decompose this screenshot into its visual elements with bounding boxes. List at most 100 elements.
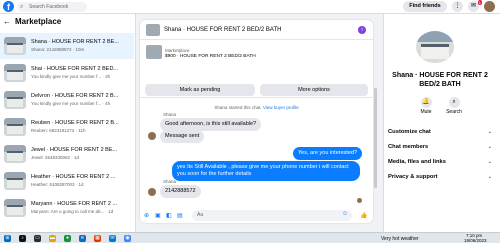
conversation-preview: Maryann: Are u going to call me ab... · … [31,209,114,214]
listing-thumbnail [146,45,162,59]
message-input[interactable]: Aa [192,210,352,221]
conversation-name: Delvron · HOUSE FOR RENT 2 B... [31,93,119,99]
listing-thumbnail [4,37,26,55]
incoming-message: Message sent [160,130,205,143]
conversation-item[interactable]: Shana · HOUSE FOR RENT 2 BE... Shana: 21… [0,33,134,59]
gif-icon[interactable]: ▤ [177,212,183,219]
conversation-name: Shana · HOUSE FOR RENT 2 BE... [31,39,119,45]
search-placeholder: Search Facebook [29,4,69,10]
emoji-icon[interactable]: ☺ [342,211,348,217]
search-facebook-input[interactable]: ⌕ Search Facebook [17,2,87,12]
system-message: Shana started this chat. View buyer prof… [140,105,373,110]
sender-avatar [148,188,156,196]
chevron-down-icon: ⌄ [487,174,492,180]
section-label: Chat members [388,144,429,150]
app-icon[interactable]: ● [64,235,71,242]
marketplace-conversation-list: ← Marketplace Shana · HOUSE FOR RENT 2 BE… [0,14,136,232]
chrome-icon[interactable]: ◉ [124,235,131,242]
listing-label: Marketplace [165,48,190,53]
find-friends-button[interactable]: Find friends [403,1,447,12]
add-icon[interactable]: ⊕ [144,212,149,219]
conversation-item[interactable]: Delvron · HOUSE FOR RENT 2 B... You kind… [0,87,134,113]
conversation-preview: You kindly give me your number f... · 3h [31,74,111,79]
listing-thumbnail [4,145,26,163]
privacy-support-row[interactable]: Privacy & support ⌄ [388,171,496,183]
search-icon: ⌕ [448,97,460,108]
conversation-item[interactable]: Reuben · HOUSE FOR RENT 2 B... Reuben: 6… [0,114,134,140]
search-icon: ⌕ [20,4,24,10]
sticker-icon[interactable]: ◧ [166,212,172,219]
chat-members-row[interactable]: Chat members ⌄ [388,141,496,153]
chat-details-panel: Shana · HOUSE FOR RENT 2 BED/2 BATH 🔔 Mu… [383,14,500,232]
listing-thumbnail [4,64,26,82]
conversation-item[interactable]: Shai · HOUSE FOR RENT 2 BED... You kindl… [0,60,134,86]
chevron-down-icon: ⌄ [487,129,492,135]
sender-name: Shana [163,179,177,184]
conversation-name: Shai · HOUSE FOR RENT 2 BED... [31,66,119,72]
profile-avatar[interactable] [484,1,495,12]
mute-button[interactable]: 🔔 Mute [414,97,438,115]
view-buyer-profile-link[interactable]: View buyer profile [263,105,299,110]
edge-icon[interactable]: e [79,235,86,242]
windows-start-icon[interactable]: ⊞ [4,235,11,242]
listing-title[interactable]: $900 · HOUSE FOR RENT 2 BED/2 BATH [165,54,256,59]
clock-date[interactable]: 19/06/2023 [464,238,487,243]
info-icon[interactable]: i [358,26,366,34]
conversation-item[interactable]: Jewel · HOUSE FOR RENT 2 BE... Jewel: 25… [0,141,134,167]
back-arrow-icon[interactable]: ← [3,17,11,26]
search-label: Search [446,109,462,115]
menu-grid-icon[interactable]: ⋮ [452,1,463,12]
listing-thumbnail [4,91,26,109]
facebook-logo[interactable]: f [3,1,14,12]
weather-status[interactable]: Very hot weather [381,236,419,242]
chat-title[interactable]: Shana · HOUSE FOR RENT 2 BED/2 BATH [164,27,281,33]
mail-icon[interactable]: ✉ [109,235,116,242]
more-options-button[interactable]: More options [260,84,368,96]
mute-label: Mute [420,109,432,115]
sender-name: Shana [163,112,177,117]
section-label: Privacy & support [388,174,438,180]
conversation-preview: Jewel: 2548330062 · 1d [31,155,80,160]
tiktok-icon[interactable]: ♪ [19,235,26,242]
bell-icon: 🔔 [420,97,432,108]
conversation-preview: Reuben: 6823191274 · 11h [31,128,86,133]
image-icon[interactable]: ▣ [155,212,161,219]
conversation-preview: Shana: 2142888572 · 10m [31,47,85,52]
mark-as-pending-button[interactable]: Mark as pending [145,84,255,96]
file-explorer-icon[interactable]: ▬ [49,235,56,242]
conversation-name: Maryann · HOUSE FOR RENT 2 ... [31,201,118,207]
listing-photo [416,31,454,63]
incoming-message: 2142888572 [160,185,201,198]
task-view-icon[interactable]: ▭ [34,235,41,242]
conversation-item[interactable]: Maryann · HOUSE FOR RENT 2 ... Maryann: … [0,195,134,221]
notification-badge: 1 [477,0,482,5]
search-button[interactable]: ⌕ Search [442,97,466,115]
outgoing-message: Yes, are you interested? [293,147,363,160]
conversation-preview: Heather: 5108287003 · 1d [31,182,84,187]
conversation-item[interactable]: Heather · HOUSE FOR RENT 2 ... Heather: … [0,168,134,194]
messenger-icon[interactable]: ✉ 1 [468,0,482,12]
listing-thumbnail [4,118,26,136]
store-icon[interactable]: ▦ [94,235,101,242]
sender-avatar [148,132,156,140]
system-message-text: Shana started this chat. [214,105,262,110]
seen-avatar [357,198,362,203]
chevron-down-icon: ⌄ [487,144,492,150]
panel-title: Marketplace [15,17,62,26]
media-files-links-row[interactable]: Media, files and links ⌄ [388,156,496,168]
listing-card: Marketplace $900 · HOUSE FOR RENT 2 BED/… [140,40,373,98]
conversation-name: Reuben · HOUSE FOR RENT 2 B... [31,120,119,126]
chat-scrollbar[interactable] [374,88,377,188]
customize-chat-row[interactable]: Customize chat ⌄ [388,126,496,138]
outgoing-message: yes Its Still Available , please give me… [172,161,360,181]
conversation-name: Jewel · HOUSE FOR RENT 2 BE... [31,147,118,153]
panel-header: ← Marketplace [3,17,61,26]
chat-window: Shana · HOUSE FOR RENT 2 BED/2 BATH i Ma… [140,20,373,223]
chevron-down-icon: ⌄ [487,159,492,165]
chat-header: Shana · HOUSE FOR RENT 2 BED/2 BATH i [140,20,373,40]
message-composer: ⊕ ▣ ◧ ▤ Aa ☺ 👍 [140,209,373,223]
like-icon[interactable]: 👍 [360,212,367,219]
top-navigation-bar: f ⌕ Search Facebook Find friends ⋮ ✉ 1 [0,0,500,14]
listing-thumbnail [4,172,26,190]
section-label: Customize chat [388,129,431,135]
